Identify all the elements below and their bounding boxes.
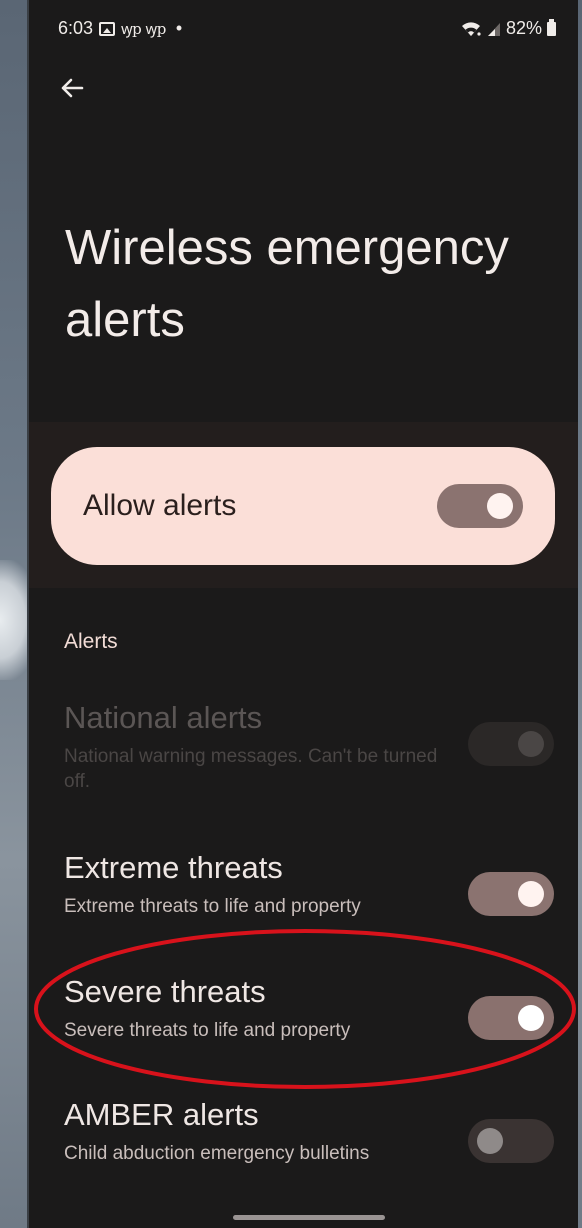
battery-percent: 82% bbox=[505, 18, 542, 38]
toggle-knob bbox=[487, 493, 513, 519]
toggle-knob bbox=[477, 1128, 503, 1154]
page-title: Wireless emergency alerts bbox=[65, 221, 509, 347]
status-right: 82% bbox=[460, 18, 556, 39]
wp-notification-icon: ꝡp ꝡp bbox=[121, 19, 166, 38]
status-left: 6:03 ꝡp ꝡp • bbox=[58, 18, 182, 39]
severe-threats-title: Severe threats bbox=[64, 974, 266, 1009]
toggle-knob bbox=[518, 1005, 544, 1031]
national-alerts-description: National warning messages. Can't be turn… bbox=[64, 746, 438, 792]
more-notifications-dot: • bbox=[175, 18, 183, 38]
amber-alerts-description: Child abduction emergency bulletins bbox=[64, 1143, 370, 1164]
status-time: 6:03 bbox=[58, 18, 94, 38]
allow-alerts-toggle[interactable] bbox=[437, 484, 523, 528]
severe-threats-row[interactable]: Severe threats Severe threats to life an… bbox=[29, 974, 578, 1074]
extreme-threats-description: Extreme threats to life and property bbox=[64, 896, 361, 917]
allow-alerts-label: Allow alerts bbox=[83, 489, 237, 522]
status-bar: 6:03 ꝡp ꝡp • 82% bbox=[29, 18, 578, 44]
allow-alerts-card[interactable]: Allow alerts bbox=[51, 447, 555, 565]
wifi-icon bbox=[461, 21, 481, 36]
alerts-section-header: Alerts bbox=[64, 630, 118, 653]
extreme-threats-row[interactable]: Extreme threats Extreme threats to life … bbox=[29, 850, 578, 950]
phone-screen: 6:03 ꝡp ꝡp • 82% Wireless emergency aler… bbox=[27, 0, 578, 1228]
amber-alerts-title: AMBER alerts bbox=[64, 1097, 259, 1132]
home-indicator[interactable] bbox=[233, 1215, 385, 1220]
battery-icon bbox=[547, 18, 556, 36]
image-notification-icon bbox=[99, 21, 116, 36]
toggle-knob bbox=[518, 731, 544, 757]
amber-alerts-row[interactable]: AMBER alerts Child abduction emergency b… bbox=[29, 1097, 578, 1197]
extreme-threats-toggle[interactable] bbox=[468, 872, 554, 916]
signal-icon bbox=[487, 22, 500, 36]
severe-threats-toggle[interactable] bbox=[468, 996, 554, 1040]
extreme-threats-title: Extreme threats bbox=[64, 850, 283, 885]
amber-alerts-toggle[interactable] bbox=[468, 1119, 554, 1163]
national-alerts-title: National alerts bbox=[64, 700, 263, 735]
national-alerts-toggle bbox=[468, 722, 554, 766]
severe-threats-description: Severe threats to life and property bbox=[64, 1020, 351, 1041]
back-arrow-icon[interactable] bbox=[56, 72, 88, 104]
national-alerts-row: National alerts National warning message… bbox=[29, 700, 578, 800]
toggle-knob bbox=[518, 881, 544, 907]
